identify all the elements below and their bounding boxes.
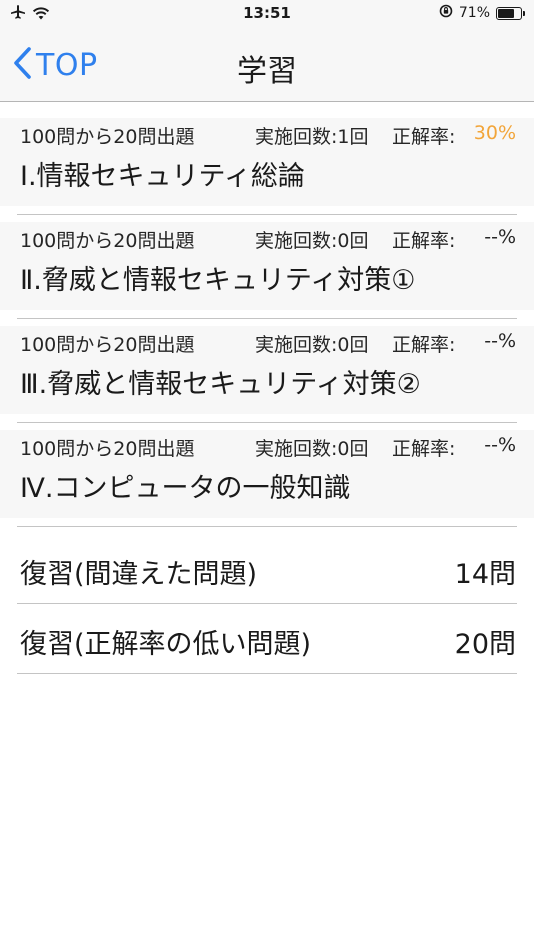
course-title: Ⅲ.脅威と情報セキュリティ対策② (20, 369, 421, 400)
accuracy-value: --% (484, 330, 516, 352)
question-count: 100問から20問出題 (20, 126, 195, 148)
attempt-count: 実施回数:0回 (255, 438, 369, 460)
attempt-count: 実施回数:0回 (255, 230, 369, 252)
page-title: 学習 (237, 54, 297, 89)
attempt-count: 実施回数:1回 (255, 126, 369, 148)
battery-percent: 71% (458, 5, 490, 21)
accuracy-label: 正解率: (392, 230, 456, 252)
accuracy-value: --% (484, 434, 516, 456)
accuracy-label: 正解率: (392, 126, 456, 148)
accuracy-value: --% (484, 226, 516, 248)
status-right: 71% (439, 4, 525, 22)
course-row-2[interactable]: 100問から20問出題 実施回数:0回 正解率: --% Ⅱ.脅威と情報セキュリ… (0, 222, 534, 319)
course-title: Ⅳ.コンピュータの一般知識 (20, 473, 351, 504)
study-list: 100問から20問出題 実施回数:1回 正解率: 30% Ⅰ.情報セキュリティ総… (0, 118, 534, 674)
review-row-mistakes[interactable]: 復習(間違えた問題) 14問 (0, 534, 534, 604)
course-title: Ⅰ.情報セキュリティ総論 (20, 161, 305, 192)
review-row-low-accuracy[interactable]: 復習(正解率の低い問題) 20問 (0, 604, 534, 674)
course-meta: 100問から20問出題 実施回数:1回 正解率: 30% (20, 122, 516, 148)
accuracy-label: 正解率: (392, 438, 456, 460)
review-count: 14問 (454, 559, 516, 590)
review-label: 復習(正解率の低い問題) (20, 629, 312, 660)
orientation-lock-icon (439, 4, 453, 22)
battery-level (498, 8, 514, 18)
navigation-bar: TOP 学習 (0, 28, 534, 102)
question-count: 100問から20問出題 (20, 438, 195, 460)
course-row-3[interactable]: 100問から20問出題 実施回数:0回 正解率: --% Ⅲ.脅威と情報セキュリ… (0, 326, 534, 423)
question-count: 100問から20問出題 (20, 334, 195, 356)
status-bar: 13:51 71% (0, 0, 534, 28)
course-meta: 100問から20問出題 実施回数:0回 正解率: --% (20, 226, 516, 252)
course-title: Ⅱ.脅威と情報セキュリティ対策① (20, 265, 416, 296)
course-meta: 100問から20問出題 実施回数:0回 正解率: --% (20, 434, 516, 460)
accuracy-value: 30% (473, 122, 516, 144)
review-count: 20問 (454, 629, 516, 660)
course-meta: 100問から20問出題 実施回数:0回 正解率: --% (20, 330, 516, 356)
attempt-count: 実施回数:0回 (255, 334, 369, 356)
review-label: 復習(間違えた問題) (20, 559, 258, 590)
course-row-1[interactable]: 100問から20問出題 実施回数:1回 正解率: 30% Ⅰ.情報セキュリティ総… (0, 118, 534, 215)
battery-icon (496, 6, 525, 20)
course-row-4[interactable]: 100問から20問出題 実施回数:0回 正解率: --% Ⅳ.コンピュータの一般… (0, 430, 534, 527)
accuracy-label: 正解率: (392, 334, 456, 356)
question-count: 100問から20問出題 (20, 230, 195, 252)
